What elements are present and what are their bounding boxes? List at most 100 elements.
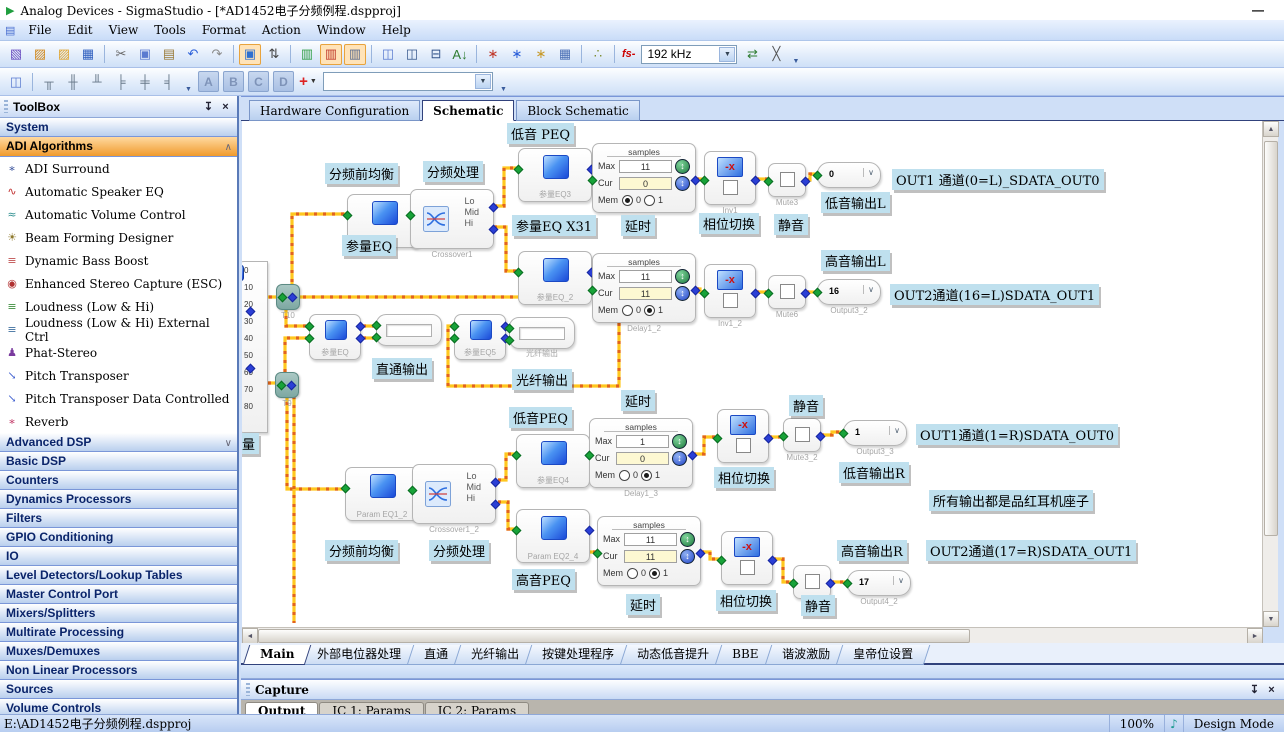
toolbox-section-master-control-port[interactable]: Master Control Port: [0, 585, 237, 604]
max-samples-field[interactable]: 1: [616, 435, 669, 448]
menu-help[interactable]: Help: [374, 22, 419, 38]
output-field-block[interactable]: 光纤输出: [509, 317, 575, 349]
mem-radio-1[interactable]: [644, 195, 655, 206]
probe-b-button[interactable]: B: [223, 71, 244, 92]
schematic-label[interactable]: OUT1通道(1=R)SDATA_OUT0: [916, 424, 1118, 445]
schematic-label[interactable]: 量: [242, 433, 259, 454]
toolbox-section-filters[interactable]: Filters: [0, 509, 237, 528]
toolbox-item-beam-forming-designer[interactable]: ☀ Beam Forming Designer: [0, 226, 237, 249]
schematic-label[interactable]: OUT2通道(16=L)SDATA_OUT1: [890, 284, 1099, 305]
toolbar-overflow-icon[interactable]: ▼: [498, 86, 509, 95]
align-bottom-icon[interactable]: ╨: [86, 71, 108, 92]
schematic-label[interactable]: 相位切换: [699, 213, 759, 234]
toolbox-item-pitch-transposer-data-controlled[interactable]: ↘ Pitch Transposer Data Controlled: [0, 387, 237, 410]
probe-c-button[interactable]: C: [248, 71, 269, 92]
spin-up-down-icon[interactable]: ↕: [675, 176, 690, 191]
delay-block[interactable]: samples Max11↕ Cur0↕ Mem01: [592, 143, 696, 213]
spin-up-down-icon[interactable]: ↕: [672, 451, 687, 466]
schematic-tab[interactable]: 外部电位器处理: [300, 645, 419, 665]
chevron-down-icon[interactable]: ∨: [225, 435, 232, 453]
mute-block[interactable]: Mute3: [768, 163, 806, 197]
mem-radio-0[interactable]: [622, 305, 633, 316]
tab-schematic[interactable]: Schematic: [422, 100, 514, 121]
import-icon[interactable]: ▨: [53, 44, 75, 65]
schematic-label[interactable]: 分频前均衡: [325, 540, 398, 561]
current-samples-field[interactable]: 0: [616, 452, 669, 465]
mute-checkbox[interactable]: [805, 574, 820, 589]
toolbox-item-pitch-transposer[interactable]: ↘ Pitch Transposer: [0, 364, 237, 387]
hardware-config-view-icon[interactable]: ▥: [296, 44, 318, 65]
output-window-icon[interactable]: ▥: [344, 44, 366, 65]
toolbox-section-gpio-conditioning[interactable]: GPIO Conditioning: [0, 528, 237, 547]
probe-d-button[interactable]: D: [273, 71, 294, 92]
toolbox-item-enhanced-stereo-capture-esc[interactable]: ◉ Enhanced Stereo Capture (ESC): [0, 272, 237, 295]
schematic-view-icon[interactable]: ▥: [320, 44, 342, 65]
crossover-block[interactable]: LoMidHiCrossover1: [410, 189, 494, 249]
toolbox-item-automatic-speaker-eq[interactable]: ∿ Automatic Speaker EQ: [0, 180, 237, 203]
phase-invert-block[interactable]: -x: [721, 531, 773, 585]
schematic-label[interactable]: 低音输出L: [821, 192, 890, 213]
invert-checkbox[interactable]: [736, 438, 751, 453]
schematic-label[interactable]: 参量EQ X31: [512, 215, 596, 236]
copy-icon[interactable]: ▣: [134, 44, 156, 65]
phase-invert-block[interactable]: -x Inv1: [704, 151, 756, 205]
toolbox-item-reverb[interactable]: ∗ Reverb: [0, 410, 237, 433]
menu-file[interactable]: File: [20, 22, 59, 38]
toolbox-item-automatic-volume-control[interactable]: ≈ Automatic Volume Control: [0, 203, 237, 226]
redo-icon[interactable]: ↷: [206, 44, 228, 65]
schematic-label[interactable]: 静音: [789, 395, 823, 416]
minimize-button[interactable]: —: [1238, 3, 1278, 17]
pin-icon[interactable]: ↧: [1247, 683, 1262, 696]
output-channel-block[interactable]: 16 ∨Output3_2: [817, 279, 881, 305]
mute-checkbox[interactable]: [780, 284, 795, 299]
schematic-label[interactable]: 延时: [621, 390, 655, 411]
horizontal-scrollbar[interactable]: ◄ ►: [242, 627, 1263, 643]
phase-invert-block[interactable]: -x: [717, 409, 769, 463]
link-compile-download-icon[interactable]: ▣: [239, 44, 261, 65]
tab-hardware-configuration[interactable]: Hardware Configuration: [249, 100, 420, 121]
schematic-tab[interactable]: 动态低音提升: [620, 645, 727, 665]
align-right-icon[interactable]: ╡: [158, 71, 180, 92]
paste-icon[interactable]: ▤: [158, 44, 180, 65]
schematic-tab[interactable]: 光纤输出: [454, 645, 537, 665]
output-channel-block[interactable]: 0 ∨: [817, 162, 881, 188]
schematic-label[interactable]: 分频处理: [429, 540, 489, 561]
crossover-block[interactable]: LoMidHiCrossover1_2: [412, 464, 496, 524]
stereo-anchor-gold-icon[interactable]: ∗: [530, 44, 552, 65]
mute-checkbox[interactable]: [780, 172, 795, 187]
menu-window[interactable]: Window: [309, 22, 374, 38]
align-middle-icon[interactable]: ╫: [62, 71, 84, 92]
output-channel-block[interactable]: 1 ∨Output3_3: [843, 420, 907, 446]
channel-select[interactable]: 1: [855, 427, 860, 437]
spin-up-down-icon[interactable]: ↕: [675, 159, 690, 174]
scroll-up-icon[interactable]: ▲: [1263, 121, 1279, 137]
schematic-label[interactable]: OUT1 通道(0=L)_SDATA_OUT0: [892, 169, 1104, 190]
max-samples-field[interactable]: 11: [619, 270, 672, 283]
toolbox-section-muxes-demuxes[interactable]: Muxes/Demuxes: [0, 642, 237, 661]
channel-select[interactable]: 16: [829, 286, 839, 296]
toolbox-section-multirate-processing[interactable]: Multirate Processing: [0, 623, 237, 642]
toolbox-section-dynamics-processors[interactable]: Dynamics Processors: [0, 490, 237, 509]
toolbox-item-loudness-low-hi-external-ctrl[interactable]: ≡ Loudness (Low & Hi) External Ctrl: [0, 318, 237, 341]
scrollbar-thumb[interactable]: [258, 629, 970, 643]
phase-invert-block[interactable]: -x Inv1_2: [704, 264, 756, 318]
max-samples-field[interactable]: 11: [619, 160, 672, 173]
new-project-icon[interactable]: ▧: [5, 44, 27, 65]
current-samples-field[interactable]: 0: [619, 177, 672, 190]
schematic-canvas[interactable]: 01020304050607080 T10T9 参量EQ3 参量EQ_2 参量E…: [242, 121, 1263, 627]
delay-block[interactable]: samples Max11↕ Cur11↕ Mem01: [597, 516, 701, 586]
schematic-label[interactable]: 延时: [626, 594, 660, 615]
mute-block[interactable]: [793, 565, 831, 599]
schematic-label[interactable]: 延时: [621, 215, 655, 236]
schematic-label[interactable]: OUT2通道(17=R)SDATA_OUT1: [926, 540, 1136, 561]
menu-tools[interactable]: Tools: [146, 22, 194, 38]
schematic-label[interactable]: 静音: [774, 214, 808, 235]
save-icon[interactable]: ▦: [77, 44, 99, 65]
schematic-label[interactable]: 低音 PEQ: [507, 123, 574, 144]
param-eq-block[interactable]: Param EQ1_2: [345, 467, 419, 521]
hierarchy-board-icon[interactable]: ∴: [587, 44, 609, 65]
menu-edit[interactable]: Edit: [60, 22, 101, 38]
schematic-label[interactable]: 光纤输出: [512, 369, 572, 390]
mem-radio-1[interactable]: [641, 470, 652, 481]
mem-radio-0[interactable]: [619, 470, 630, 481]
